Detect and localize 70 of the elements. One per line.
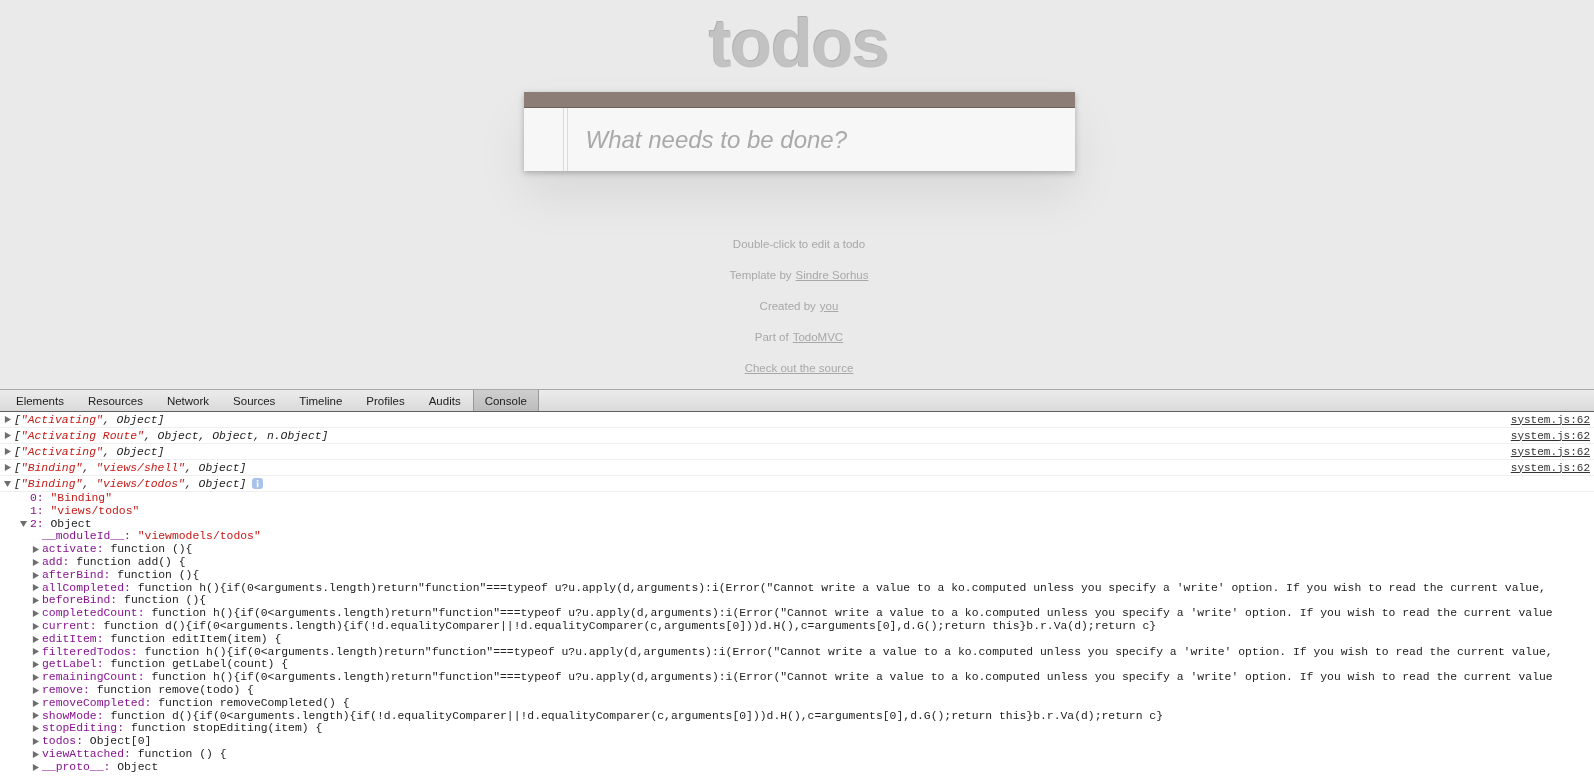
source-link[interactable]: system.js:62 (1510, 429, 1590, 442)
property-entry: __proto__: Object (42, 760, 159, 774)
footer-text: Template by (729, 268, 792, 283)
property-entry: allCompleted: function h(){if(0<arguments.length)return"function"===typeof u?u.apply(d,arguments):i(Error("Cannot write a value to a ko.computed unless you specify a 'write' option. If you wish to read the current value, (42, 581, 1546, 595)
property-entry: beforeBind: function (){ (42, 594, 207, 608)
devtools-tab[interactable]: Console (472, 390, 539, 411)
disclosure-triangle-icon[interactable] (32, 686, 39, 694)
disclosure-triangle-icon[interactable] (4, 416, 11, 423)
devtools-tab[interactable]: Profiles (354, 390, 417, 411)
new-todo-field[interactable]: What needs to be done? (583, 124, 1075, 155)
disclosure-triangle-icon[interactable] (32, 674, 39, 682)
disclosure-triangle-icon[interactable] (32, 712, 39, 720)
property-entry: filteredTodos: function h(){if(0<arguments.length)return"function"===typeof u?u.apply(d,arguments):i(Error("Cannot write a value to a ko.computed unless you specify a 'write' option. If you wish to read the current value, (42, 645, 1553, 659)
devtools-tab[interactable]: Sources (221, 390, 288, 411)
property-entry: removeCompleted: function removeCompleted() { (42, 696, 350, 710)
property-entry: 0: "Binding" (30, 492, 113, 505)
property-entry: 1: "views/todos" (30, 504, 140, 518)
log-message: ["Binding", "views/todos", Object] (14, 477, 247, 490)
property-entry: remainingCount: function h(){if(0<arguments.length)return"function"===typeof u?u.apply(d,arguments):i(Error("Cannot write a value to a ko.computed unless you specify a 'write' option. If you wish to read the current value (42, 671, 1553, 684)
disclosure-triangle-icon[interactable] (32, 648, 39, 656)
disclosure-triangle-icon[interactable] (32, 699, 39, 707)
disclosure-triangle-icon[interactable] (32, 635, 39, 643)
log-message: ["Activating Route", Object, Object, n.Object] (14, 429, 329, 442)
footer-text: Created by (759, 299, 816, 314)
property-entry: remove: function remove(todo) { (42, 683, 254, 697)
property-entry: stopEditing: function stopEditing(item) { (42, 722, 323, 736)
disclosure-triangle-icon[interactable] (32, 750, 39, 758)
disclosure-triangle-icon[interactable] (32, 661, 39, 669)
log-message: ["Binding", "views/shell", Object] (14, 461, 247, 474)
log-message: ["Activating", Object] (14, 413, 165, 426)
devtools-tab[interactable]: Elements (4, 390, 76, 411)
disclosure-triangle-icon[interactable] (32, 584, 39, 592)
source-link[interactable]: system.js:62 (1510, 445, 1590, 458)
devtools-tab[interactable]: Audits (416, 390, 473, 411)
devtools-tab[interactable]: Network (154, 390, 222, 411)
property-entry: todos: Object[0] (42, 735, 152, 748)
disclosure-triangle-icon[interactable] (4, 480, 11, 487)
disclosure-triangle-icon[interactable] (32, 763, 39, 771)
footer-text: Double-click to edit a todo (732, 237, 866, 252)
disclosure-triangle-icon[interactable] (32, 610, 39, 618)
disclosure-triangle-icon[interactable] (32, 738, 39, 746)
property-entry: add: function add() { (42, 556, 186, 569)
new-todo-field[interactable]: What needs to be done? (523, 92, 1075, 171)
devtools-tab[interactable]: Timeline (287, 390, 355, 411)
property-entry: completedCount: function h(){if(0<arguments.length)return"function"===typeof u?u.apply(d,arguments):i(Error("Cannot write a value to a ko.computed unless you specify a 'write' option. If you wish to read the current value (42, 607, 1553, 620)
property-entry: showMode: function d(){if(0<arguments.length){if(!d.equalityComparer||!d.equalityComparer(c,arguments[0]))d.H(),c=arguments[0],d.G();return this}b.r.Va(d);return c} (42, 709, 1164, 723)
footer-text: Part of (754, 330, 789, 345)
disclosure-triangle-icon[interactable] (32, 546, 39, 554)
disclosure-triangle-icon[interactable] (20, 520, 27, 528)
source-link[interactable]: system.js:62 (1510, 413, 1590, 426)
log-message: ["Activating", Object] (14, 445, 165, 458)
disclosure-triangle-icon[interactable] (32, 558, 39, 566)
disclosure-triangle-icon[interactable] (4, 432, 11, 439)
disclosure-triangle-icon[interactable] (32, 597, 39, 605)
app-title: todos (708, 4, 890, 82)
property-entry: __moduleId__: "viewmodels/todos" (42, 530, 261, 544)
property-entry: viewAttached: function () { (42, 747, 227, 761)
property-entry: afterBind: function (){ (42, 568, 200, 582)
disclosure-triangle-icon[interactable] (32, 622, 39, 630)
disclosure-triangle-icon[interactable] (4, 464, 11, 471)
disclosure-triangle-icon[interactable] (32, 571, 39, 579)
devtools-tab[interactable]: Resources (75, 390, 155, 411)
disclosure-triangle-icon[interactable] (4, 448, 11, 455)
property-entry: activate: function (){ (42, 543, 193, 556)
property-entry: editItem: function editItem(item) { (42, 632, 282, 646)
disclosure-triangle-icon[interactable] (32, 725, 39, 733)
property-entry: getLabel: function getLabel(count) { (42, 658, 289, 672)
source-link[interactable]: system.js:62 (1510, 461, 1590, 474)
property-entry: 2: Object (30, 517, 92, 531)
property-entry: current: function d(){if(0<arguments.length){if(!d.equalityComparer||!d.equalityComparer(c,arguments[0]))d.H(),c=arguments[0],d.G();return this}b.r.Va(d);return c} (42, 619, 1157, 633)
